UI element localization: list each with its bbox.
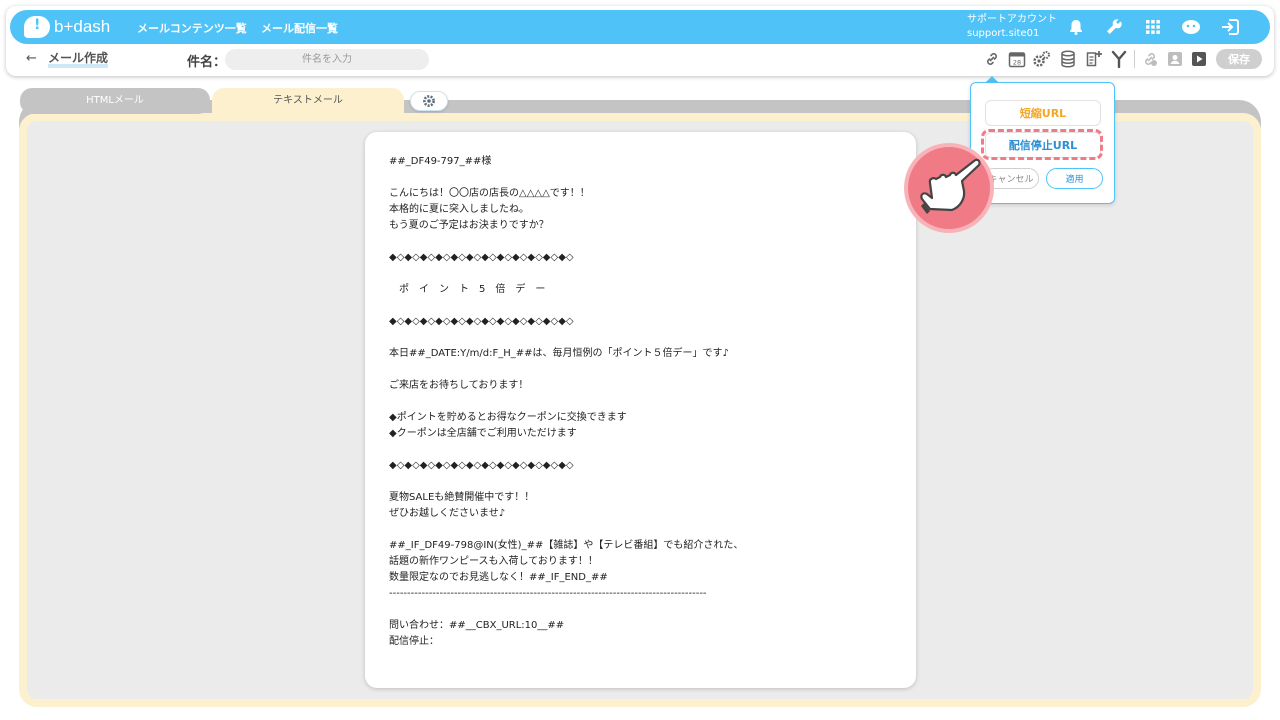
calendar-icon[interactable]: 28 [1007, 49, 1027, 69]
account-name: サポートアカウント [967, 14, 1057, 25]
database-icon[interactable] [1058, 49, 1078, 69]
body-line: 本格的に夏に突入しましたね。 [389, 204, 529, 215]
body-line: ##_DF49-797_##様 [389, 156, 492, 167]
body-line: ◆◇◆◇◆◇◆◇◆◇◆◇◆◇◆◇◆◇◆◇◆◇◆◇ [389, 252, 574, 263]
bell-icon[interactable] [1066, 17, 1086, 37]
body-line [389, 362, 789, 378]
body-line: こんにちは！〇〇店の店長の△△△△です！！ [389, 188, 590, 199]
mail-body-text[interactable]: ##_DF49-797_##様 こんにちは！〇〇店の店長の△△△△です！！ 本格的… [389, 154, 789, 650]
toolbar-separator [1134, 50, 1135, 68]
gears-icon[interactable] [1031, 49, 1051, 69]
body-line: 数量限定なのでお見逃しなく！##_IF_END_## [389, 572, 608, 583]
body-line [389, 266, 789, 282]
wrench-icon[interactable] [1104, 17, 1124, 37]
body-line: もう夏のご予定はお決まりですか？ [389, 220, 549, 231]
body-line: 配信停止： [389, 636, 439, 647]
body-line [389, 170, 789, 186]
body-line: ぜひお越しくださいませ♪ [389, 508, 506, 519]
save-button[interactable]: 保存 [1216, 49, 1262, 69]
body-line: ##_IF_DF49-798@IN(女性)_##【雑誌】や【テレビ番組】でも紹介… [389, 540, 744, 551]
body-line: ◆クーポンは全店舗でご利用いただけます [389, 428, 577, 439]
body-line: ポ イ ン ト 5 倍 デ ー [389, 284, 546, 295]
gear-icon[interactable] [410, 91, 448, 111]
apply-button[interactable]: 適用 [1046, 168, 1103, 189]
bdash-logo[interactable]: b+dash [24, 16, 110, 38]
body-line: 夏物SALEも絶賛開催中です！！ [389, 492, 535, 503]
filter-icon[interactable] [1109, 49, 1129, 69]
body-line [389, 522, 789, 538]
logo-text: b+dash [54, 17, 111, 36]
play-icon[interactable] [1189, 49, 1209, 69]
body-line: ご来店をお待ちしております！ [389, 380, 529, 391]
logout-icon[interactable] [1220, 17, 1240, 37]
subject-input[interactable] [225, 49, 429, 70]
link-off-icon[interactable] [1140, 49, 1160, 69]
tab-html-mail[interactable]: HTMLメール [20, 88, 210, 114]
body-line: 本日##_DATE:Y/m/d:F_H_##は、毎月恒例の「ポイント５倍デー」で… [389, 348, 729, 359]
short-url-button[interactable]: 短縮URL [985, 100, 1101, 126]
body-line: 話題の新作ワンピースも入荷しております！！ [389, 556, 598, 567]
add-document-icon[interactable] [1084, 49, 1104, 69]
body-line: ----------------------------------------… [389, 588, 707, 599]
pointing-hand-icon [904, 143, 994, 233]
back-arrow-icon[interactable]: ← [26, 51, 37, 66]
body-line: ◆◇◆◇◆◇◆◇◆◇◆◇◆◇◆◇◆◇◆◇◆◇◆◇ [389, 316, 574, 327]
breadcrumb: メール作成 [48, 52, 109, 68]
body-line: ◆ポイントを貯めるとお得なクーポンに交換できます [389, 412, 627, 423]
top-navigation-bar: b+dash メールコンテンツ一覧 メール配信一覧 サポートアカウント supp… [10, 10, 1270, 44]
nav-mail-contents[interactable]: メールコンテンツ一覧 [137, 20, 247, 36]
body-line [389, 298, 789, 314]
body-line: ◆◇◆◇◆◇◆◇◆◇◆◇◆◇◆◇◆◇◆◇◆◇◆◇ [389, 460, 574, 471]
tab-text-mail[interactable]: テキストメール [212, 88, 404, 114]
link-icon[interactable] [982, 49, 1002, 69]
body-line [389, 234, 789, 250]
person-icon[interactable] [1165, 49, 1185, 69]
account-id: support.site01 [967, 28, 1040, 39]
body-line [389, 602, 789, 618]
subject-label: 件名： [187, 55, 227, 70]
calendar-day-text: 28 [1013, 59, 1021, 67]
grid-icon[interactable] [1143, 17, 1163, 37]
editor-toolbar: ← メール作成 件名： 28 保存 [10, 46, 1270, 74]
body-line [389, 330, 789, 346]
body-line [389, 394, 789, 410]
account-info[interactable]: サポートアカウント support.site01 [967, 13, 1057, 41]
body-line [389, 442, 789, 458]
body-line [389, 474, 789, 490]
nav-mail-delivery[interactable]: メール配信一覧 [261, 20, 338, 36]
body-line: 問い合わせ：##__CBX_URL:10__## [389, 620, 565, 631]
logo-bubble-icon [24, 16, 50, 38]
support-icon[interactable] [1181, 17, 1201, 37]
highlight-box [981, 129, 1103, 160]
